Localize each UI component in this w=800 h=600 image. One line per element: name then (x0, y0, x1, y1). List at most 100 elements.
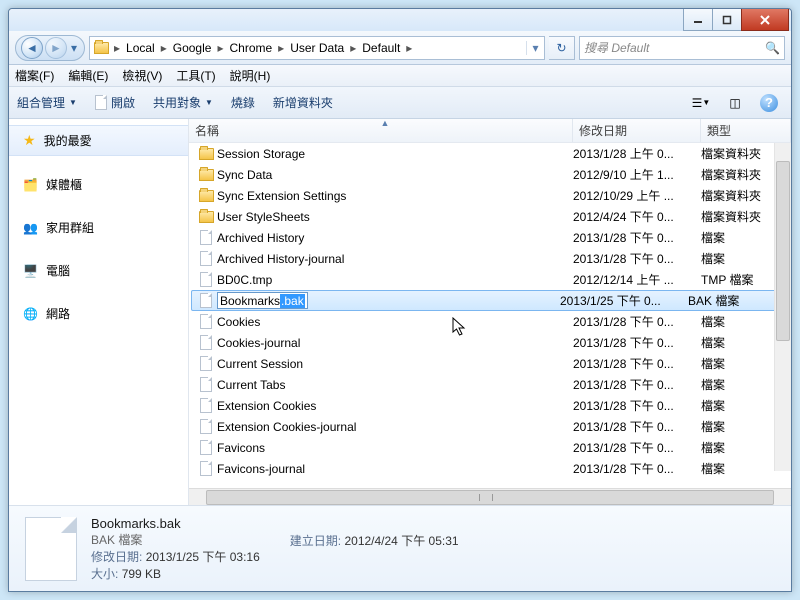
minimize-button[interactable] (683, 9, 713, 31)
help-button[interactable]: ? (755, 92, 783, 114)
file-type: BAK 檔案 (688, 292, 778, 309)
file-row[interactable]: Current Tabs2013/1/28 下午 0...檔案 (189, 374, 791, 395)
file-name: Cookies-journal (215, 336, 573, 350)
file-list[interactable]: Session Storage2013/1/28 上午 0...檔案資料夾Syn… (189, 143, 791, 488)
file-name: Favicons-journal (215, 462, 573, 476)
file-row[interactable]: Archived History-journal2013/1/28 下午 0..… (189, 248, 791, 269)
menu-bar: 檔案(F) 編輯(E) 檢視(V) 工具(T) 說明(H) (9, 65, 791, 87)
file-row[interactable]: Favicons-journal2013/1/28 下午 0...檔案 (189, 458, 791, 479)
file-date: 2012/12/14 上午 ... (573, 271, 701, 288)
breadcrumb[interactable]: Local (122, 37, 159, 59)
breadcrumb[interactable]: Chrome (225, 37, 276, 59)
navigation-pane: ★我的最愛 🗂️媒體櫃 👥家用群組 🖥️電腦 🌐網路 (9, 119, 189, 505)
file-icon (197, 314, 215, 330)
file-date: 2013/1/28 下午 0... (573, 460, 701, 477)
close-button[interactable] (741, 9, 789, 31)
menu-view[interactable]: 檢視(V) (122, 67, 162, 84)
file-date: 2013/1/28 下午 0... (573, 355, 701, 372)
breadcrumb[interactable]: User Data (286, 37, 348, 59)
file-icon (197, 251, 215, 267)
file-name: Current Session (215, 357, 573, 371)
file-date: 2013/1/28 下午 0... (573, 397, 701, 414)
share-button[interactable]: 共用對象 ▼ (153, 94, 213, 111)
menu-file[interactable]: 檔案(F) (15, 67, 54, 84)
folder-icon (197, 188, 215, 204)
folder-row[interactable]: Session Storage2013/1/28 上午 0...檔案資料夾 (189, 143, 791, 164)
file-date: 2013/1/25 下午 0... (560, 292, 688, 309)
file-date: 2013/1/28 下午 0... (573, 439, 701, 456)
maximize-button[interactable] (712, 9, 742, 31)
menu-help[interactable]: 說明(H) (230, 67, 271, 84)
forward-button[interactable]: ► (45, 37, 67, 59)
file-icon (197, 335, 215, 351)
back-button[interactable]: ◄ (21, 37, 43, 59)
file-name: Cookies (215, 315, 573, 329)
refresh-button[interactable]: ↻ (549, 36, 575, 60)
folder-row[interactable]: User StyleSheets2012/4/24 下午 0...檔案資料夾 (189, 206, 791, 227)
file-thumbnail (25, 517, 77, 581)
file-name: Extension Cookies (215, 399, 573, 413)
file-row[interactable]: BD0C.tmp2012/12/14 上午 ...TMP 檔案 (189, 269, 791, 290)
file-name: BD0C.tmp (215, 273, 573, 287)
sidebar-item-favorites[interactable]: ★我的最愛 (9, 125, 188, 156)
scrollbar-thumb[interactable] (776, 161, 790, 341)
folder-icon (197, 209, 215, 225)
search-input[interactable]: 搜尋 Default 🔍 (579, 36, 785, 60)
star-icon: ★ (23, 132, 36, 149)
burn-button[interactable]: 燒錄 (231, 94, 255, 111)
file-row[interactable]: Archived History2013/1/28 下午 0...檔案 (189, 227, 791, 248)
history-dropdown[interactable]: ▾ (68, 41, 80, 55)
column-type[interactable]: 類型 (701, 119, 791, 142)
file-row[interactable]: Favicons2013/1/28 下午 0...檔案 (189, 437, 791, 458)
file-date: 2013/1/28 上午 0... (573, 145, 701, 162)
menu-tools[interactable]: 工具(T) (176, 67, 215, 84)
breadcrumb[interactable]: Default (358, 37, 404, 59)
file-icon (197, 230, 215, 246)
preview-pane-button[interactable]: ◫ (721, 92, 749, 114)
file-row[interactable]: Current Session2013/1/28 下午 0...檔案 (189, 353, 791, 374)
file-row[interactable]: Extension Cookies-journal2013/1/28 下午 0.… (189, 416, 791, 437)
file-name: Archived History-journal (215, 252, 573, 266)
folder-row[interactable]: Sync Extension Settings2012/10/29 上午 ...… (189, 185, 791, 206)
sidebar-item-homegroup[interactable]: 👥家用群組 (9, 213, 188, 242)
folder-icon (197, 146, 215, 162)
column-headers: 名稱▲ 修改日期 類型 (189, 119, 791, 143)
file-date: 2013/1/28 下午 0... (573, 376, 701, 393)
address-bar[interactable]: ▸ Local▸ Google▸ Chrome▸ User Data▸ Defa… (89, 36, 545, 60)
folder-row[interactable]: Sync Data2012/9/10 上午 1...檔案資料夾 (189, 164, 791, 185)
details-filename: Bookmarks.bak (91, 516, 260, 531)
file-date: 2013/1/28 下午 0... (573, 313, 701, 330)
libraries-icon: 🗂️ (23, 178, 38, 192)
file-row[interactable]: Extension Cookies2013/1/28 下午 0...檔案 (189, 395, 791, 416)
file-name: User StyleSheets (215, 210, 573, 224)
file-row[interactable]: Cookies-journal2013/1/28 下午 0...檔案 (189, 332, 791, 353)
help-icon: ? (760, 94, 778, 112)
horizontal-scrollbar[interactable] (189, 488, 791, 505)
sidebar-item-computer[interactable]: 🖥️電腦 (9, 256, 188, 285)
file-name: Sync Data (215, 168, 573, 182)
address-dropdown[interactable]: ▾ (526, 41, 544, 55)
view-options-button[interactable]: ☰ ▼ (687, 92, 715, 114)
homegroup-icon: 👥 (23, 221, 38, 235)
search-placeholder: 搜尋 Default (584, 39, 649, 56)
menu-edit[interactable]: 編輯(E) (68, 67, 108, 84)
file-row[interactable]: Cookies2013/1/28 下午 0...檔案 (189, 311, 791, 332)
file-date: 2012/10/29 上午 ... (573, 187, 701, 204)
file-date: 2013/1/28 下午 0... (573, 334, 701, 351)
scrollbar-thumb[interactable] (206, 490, 774, 505)
organize-button[interactable]: 組合管理 ▼ (17, 94, 77, 111)
file-row[interactable]: Bookmarks.bak 2013/1/25 下午 0...BAK 檔案 (191, 290, 779, 311)
new-folder-button[interactable]: 新增資料夾 (273, 94, 333, 111)
open-button[interactable]: 開啟 (95, 94, 135, 111)
vertical-scrollbar[interactable] (774, 143, 791, 471)
column-date[interactable]: 修改日期 (573, 119, 701, 142)
file-name: Sync Extension Settings (215, 189, 573, 203)
sidebar-item-network[interactable]: 🌐網路 (9, 299, 188, 328)
file-date: 2013/1/28 下午 0... (573, 418, 701, 435)
sidebar-item-libraries[interactable]: 🗂️媒體櫃 (9, 170, 188, 199)
breadcrumb[interactable]: Google (169, 37, 216, 59)
column-name[interactable]: 名稱▲ (189, 119, 573, 142)
rename-input[interactable]: Bookmarks.bak (217, 292, 308, 309)
file-icon (197, 377, 215, 393)
file-name: Bookmarks.bak (215, 292, 560, 309)
